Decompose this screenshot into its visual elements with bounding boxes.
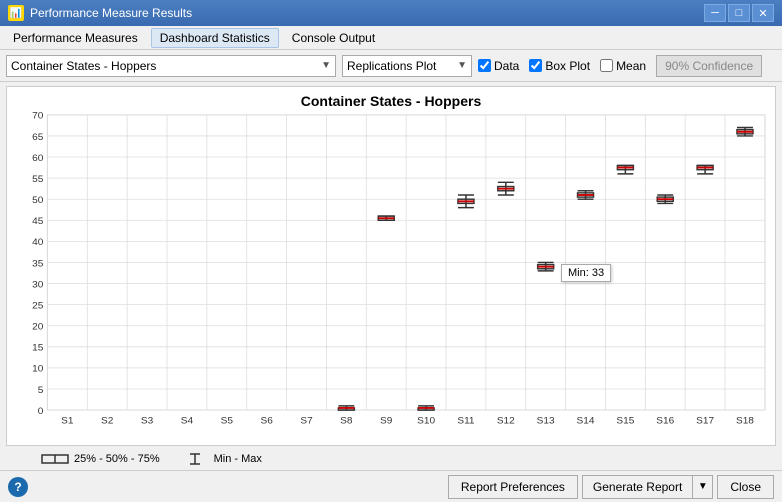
main-content: Container States - Hoppers 0 5 10 15 20 25 30 3… xyxy=(0,82,782,470)
svg-text:0: 0 xyxy=(38,406,44,417)
window-title: Performance Measure Results xyxy=(30,6,192,20)
svg-text:S3: S3 xyxy=(141,416,154,427)
minimize-button[interactable]: ─ xyxy=(704,4,726,22)
legend: 25% - 50% - 75% Min - Max xyxy=(0,450,782,470)
tooltip-text: Min: 33 xyxy=(568,267,604,279)
dropdown-arrow-icon: ▼ xyxy=(321,60,331,71)
data-label: Data xyxy=(494,59,519,73)
legend-whisker-icon xyxy=(180,452,210,466)
app-icon: 📊 xyxy=(8,5,24,21)
close-window-button[interactable]: ✕ xyxy=(752,4,774,22)
svg-text:50: 50 xyxy=(32,195,44,206)
bottom-right: Report Preferences Generate Report ▼ Clo… xyxy=(448,475,774,499)
svg-text:65: 65 xyxy=(32,132,44,143)
svg-text:S11: S11 xyxy=(457,416,474,427)
maximize-button[interactable]: □ xyxy=(728,4,750,22)
close-button[interactable]: Close xyxy=(717,475,774,499)
boxplot-checkbox[interactable] xyxy=(529,59,542,72)
svg-text:10: 10 xyxy=(32,364,44,375)
svg-text:S6: S6 xyxy=(260,416,273,427)
confidence-label: 90% Confidence xyxy=(656,55,762,77)
svg-text:S14: S14 xyxy=(577,416,595,427)
svg-text:60: 60 xyxy=(32,153,44,164)
container-states-label: Container States - Hoppers xyxy=(11,59,156,73)
svg-text:25: 25 xyxy=(32,301,44,312)
legend-box-item: 25% - 50% - 75% xyxy=(40,452,160,466)
svg-text:55: 55 xyxy=(32,174,44,185)
plot-type-label: Replications Plot xyxy=(347,59,436,73)
svg-text:40: 40 xyxy=(32,237,44,248)
boxplot-label: Box Plot xyxy=(545,59,590,73)
svg-text:S8: S8 xyxy=(340,416,353,427)
svg-text:S7: S7 xyxy=(300,416,312,427)
svg-text:S5: S5 xyxy=(221,416,234,427)
data-checkbox-label[interactable]: Data xyxy=(478,59,519,73)
plot-type-dropdown[interactable]: Replications Plot ▼ xyxy=(342,55,472,77)
mean-label: Mean xyxy=(616,59,646,73)
svg-text:S4: S4 xyxy=(181,416,194,427)
title-bar: 📊 Performance Measure Results ─ □ ✕ xyxy=(0,0,782,26)
menu-performance-measures[interactable]: Performance Measures xyxy=(4,28,147,48)
container-states-dropdown[interactable]: Container States - Hoppers ▼ xyxy=(6,55,336,77)
window-controls: ─ □ ✕ xyxy=(704,4,774,22)
chart-svg: 0 5 10 15 20 25 30 35 40 45 50 55 60 65 70 S1 S2 S3 S4 S5 S6… xyxy=(7,111,775,439)
toolbar: Container States - Hoppers ▼ Replication… xyxy=(0,50,782,82)
svg-text:5: 5 xyxy=(38,385,44,396)
svg-text:S17: S17 xyxy=(696,416,714,427)
legend-box-icon xyxy=(40,452,70,466)
svg-text:20: 20 xyxy=(32,322,44,333)
svg-text:S9: S9 xyxy=(380,416,393,427)
svg-text:45: 45 xyxy=(32,216,44,227)
tooltip: Min: 33 xyxy=(561,264,611,282)
bottom-left: ? xyxy=(8,477,28,497)
mean-checkbox[interactable] xyxy=(600,59,613,72)
legend-box-label: 25% - 50% - 75% xyxy=(74,453,160,465)
svg-text:S15: S15 xyxy=(616,416,634,427)
menu-dashboard-statistics[interactable]: Dashboard Statistics xyxy=(151,28,279,48)
menu-bar: Performance Measures Dashboard Statistic… xyxy=(0,26,782,50)
svg-text:35: 35 xyxy=(32,259,44,270)
mean-checkbox-label[interactable]: Mean xyxy=(600,59,646,73)
svg-text:S18: S18 xyxy=(736,416,754,427)
chart-options: Data Box Plot Mean 90% Confidence xyxy=(478,55,762,77)
svg-text:S10: S10 xyxy=(417,416,435,427)
svg-text:S1: S1 xyxy=(61,416,73,427)
help-button[interactable]: ? xyxy=(8,477,28,497)
svg-text:S12: S12 xyxy=(497,416,515,427)
generate-report-group: Generate Report ▼ xyxy=(582,475,713,499)
generate-report-dropdown-button[interactable]: ▼ xyxy=(693,475,713,499)
svg-text:S16: S16 xyxy=(656,416,674,427)
chart-area: Container States - Hoppers 0 5 10 15 20 25 30 3… xyxy=(6,86,776,446)
bottom-bar: ? Report Preferences Generate Report ▼ C… xyxy=(0,470,782,502)
chart-container: 0 5 10 15 20 25 30 35 40 45 50 55 60 65 70 S1 S2 S3 S4 S5 S6… xyxy=(7,111,775,439)
svg-text:S2: S2 xyxy=(101,416,113,427)
legend-whisker-item: Min - Max xyxy=(180,452,262,466)
generate-report-button[interactable]: Generate Report xyxy=(582,475,693,499)
menu-console-output[interactable]: Console Output xyxy=(283,28,384,48)
svg-text:70: 70 xyxy=(32,111,44,122)
boxplot-checkbox-label[interactable]: Box Plot xyxy=(529,59,590,73)
svg-text:15: 15 xyxy=(32,343,44,354)
report-preferences-button[interactable]: Report Preferences xyxy=(448,475,578,499)
legend-whisker-label: Min - Max xyxy=(214,453,262,465)
chart-title: Container States - Hoppers xyxy=(7,87,775,111)
data-checkbox[interactable] xyxy=(478,59,491,72)
svg-text:30: 30 xyxy=(32,280,44,291)
svg-text:S13: S13 xyxy=(537,416,555,427)
plot-dropdown-arrow-icon: ▼ xyxy=(457,60,467,71)
